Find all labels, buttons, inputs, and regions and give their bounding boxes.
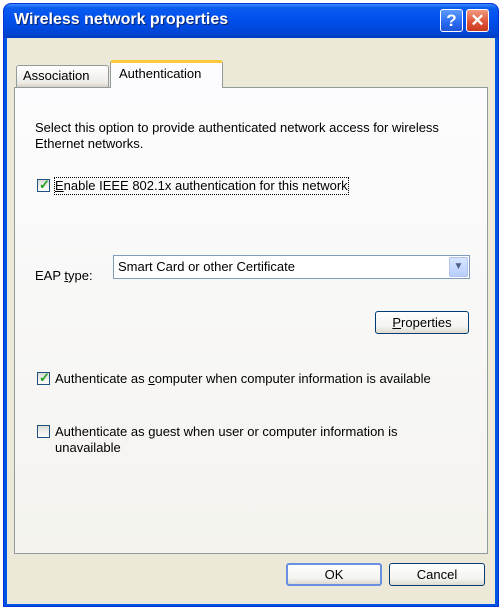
close-button[interactable]: ✕ (466, 9, 489, 32)
tab-association-label: Association (23, 68, 90, 83)
auth-description: Select this option to provide authentica… (35, 120, 439, 151)
tab-association[interactable]: Association (16, 65, 109, 87)
auth-guest-label[interactable]: Authenticate as guest when user or compu… (55, 424, 398, 456)
tab-authentication[interactable]: Authentication (110, 60, 223, 88)
auth-guest-checkbox[interactable] (37, 425, 50, 438)
chevron-down-icon: ▼ (453, 261, 464, 272)
help-icon: ? (446, 11, 457, 30)
eap-type-label: EAP type: (35, 268, 93, 283)
authentication-panel: Select this option to provide authentica… (14, 87, 488, 554)
enable-8021x-label[interactable]: Enable IEEE 802.1x authentication for th… (54, 177, 349, 195)
eap-type-value: Smart Card or other Certificate (118, 259, 296, 274)
eap-type-select[interactable]: Smart Card or other Certificate ▼ (113, 255, 470, 279)
auth-computer-checkbox[interactable]: ✓ (37, 370, 50, 385)
dropdown-arrow[interactable]: ▼ (449, 257, 468, 277)
cancel-button[interactable]: Cancel (389, 563, 485, 586)
checkmark-icon: ✓ (39, 177, 50, 192)
close-icon: ✕ (470, 11, 485, 30)
window-title: Wireless network properties (14, 11, 229, 28)
dialog-client-area: Association Authentication Select this o… (7, 38, 495, 604)
properties-button[interactable]: Properties (375, 311, 469, 334)
tab-authentication-label: Authentication (119, 66, 202, 81)
checkmark-icon: ✓ (39, 370, 50, 385)
auth-computer-label[interactable]: Authenticate as computer when computer i… (55, 371, 431, 387)
title-bar[interactable]: Wireless network properties ? ✕ (4, 4, 498, 38)
ok-button[interactable]: OK (286, 563, 382, 586)
dialog-window: Wireless network properties ? ✕ Associat… (3, 3, 499, 607)
enable-8021x-checkbox[interactable]: ✓ (37, 177, 50, 192)
help-button[interactable]: ? (440, 9, 463, 32)
